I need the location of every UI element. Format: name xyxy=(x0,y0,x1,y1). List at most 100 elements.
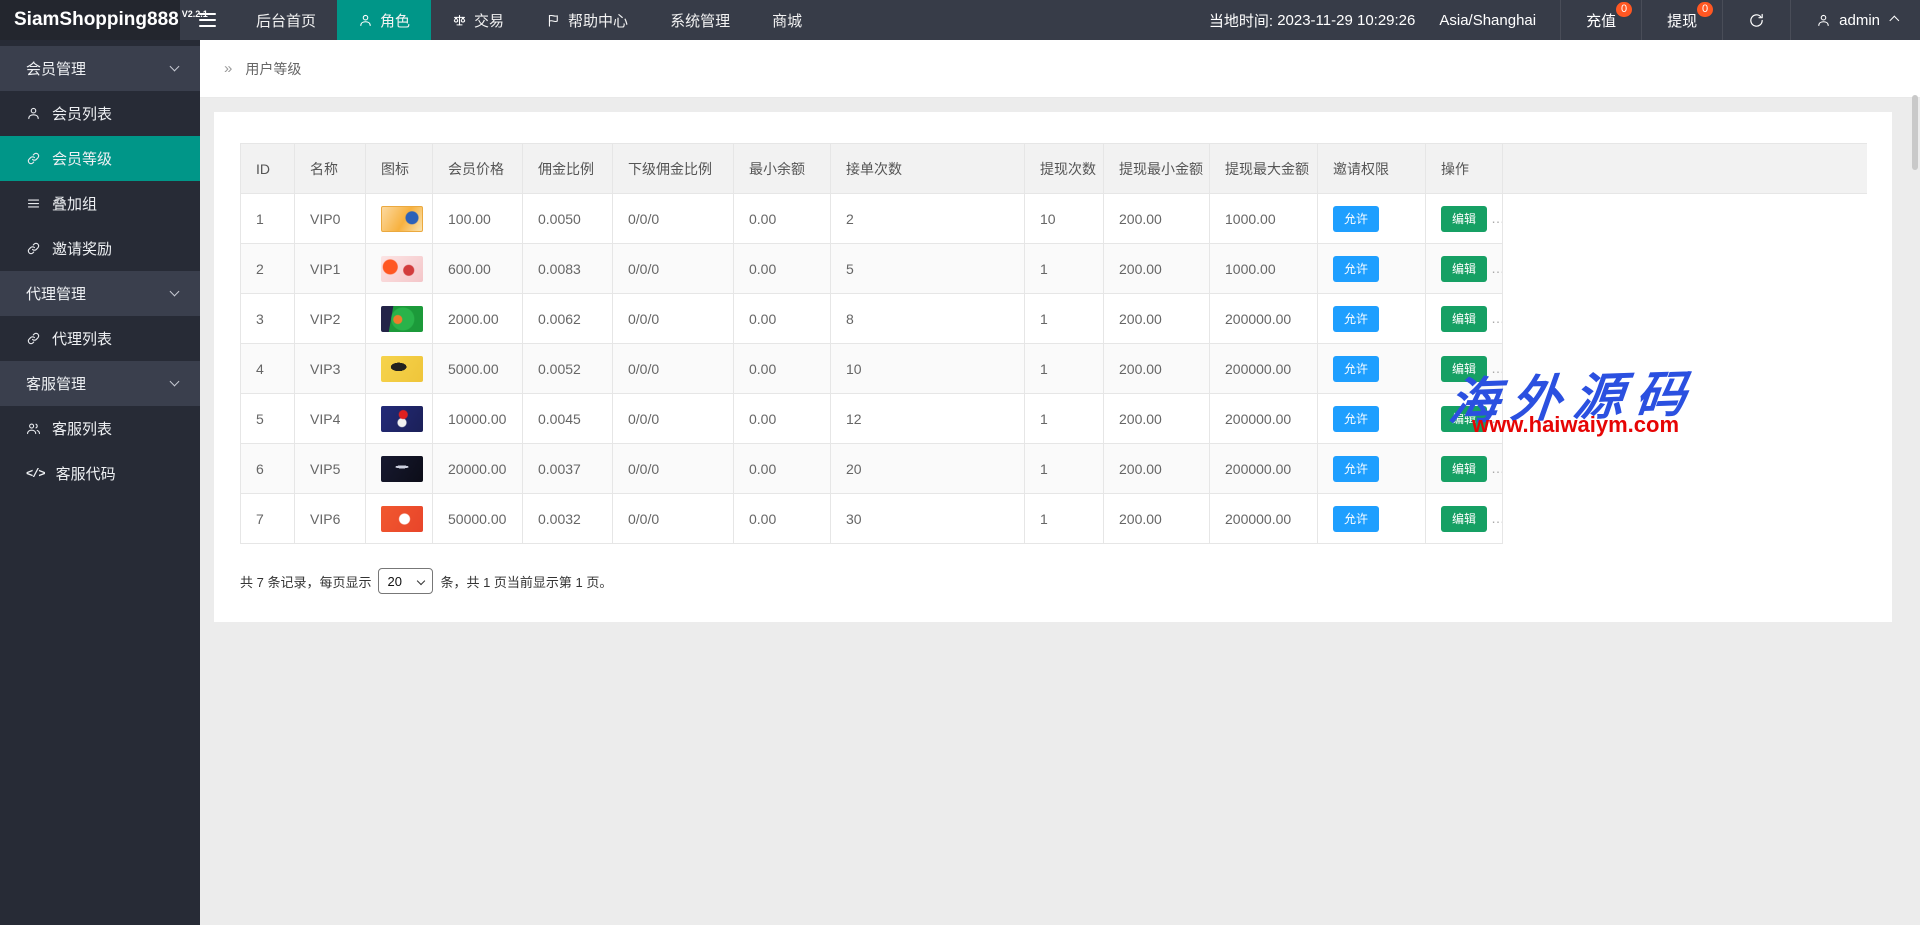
cell-edit: 编辑… xyxy=(1426,444,1503,494)
recharge-button[interactable]: 充值 0 xyxy=(1560,0,1641,40)
sidebar-item-invite-reward[interactable]: 邀请奖励 xyxy=(0,226,200,271)
withdraw-badge: 0 xyxy=(1697,2,1713,17)
allow-button[interactable]: 允许 xyxy=(1333,506,1379,532)
cell-sub_commission: 0/0/0 xyxy=(613,294,734,344)
cell-edit: 编辑… xyxy=(1426,344,1503,394)
cell-icon xyxy=(366,344,433,394)
more-actions-indicator: … xyxy=(1491,310,1502,326)
code-icon: </> xyxy=(26,467,45,481)
chevron-up-icon xyxy=(1889,15,1899,25)
cell-invite: 允许 xyxy=(1318,294,1426,344)
edit-button[interactable]: 编辑 xyxy=(1441,256,1487,282)
cell-withdraw_min: 200.00 xyxy=(1104,494,1210,544)
nav-help[interactable]: 帮助中心 xyxy=(525,0,649,40)
cell-edit: 编辑… xyxy=(1426,294,1503,344)
cell-id: 3 xyxy=(241,294,295,344)
sidebar-item-stack-group[interactable]: 叠加组 xyxy=(0,181,200,226)
brand-version: V2.2.1 xyxy=(182,9,208,19)
pagination-prefix: 共 7 条记录，每页显示 xyxy=(240,572,371,591)
user-icon xyxy=(26,106,41,121)
cell-withdraw_min: 200.00 xyxy=(1104,444,1210,494)
sidebar-item-service-list[interactable]: 客服列表 xyxy=(0,406,200,451)
cell-withdraw_times: 1 xyxy=(1025,244,1104,294)
allow-button[interactable]: 允许 xyxy=(1333,406,1379,432)
sidebar-item-member-level[interactable]: 会员等级 xyxy=(0,136,200,181)
allow-button[interactable]: 允许 xyxy=(1333,206,1379,232)
edit-button[interactable]: 编辑 xyxy=(1441,306,1487,332)
cell-filler xyxy=(1503,244,1867,294)
cell-edit: 编辑… xyxy=(1426,394,1503,444)
table-row: 2VIP1600.000.00830/0/00.0051200.001000.0… xyxy=(241,244,1867,294)
edit-button[interactable]: 编辑 xyxy=(1441,506,1487,532)
vip4-lazada-cart-icon xyxy=(381,406,423,432)
cell-withdraw_min: 200.00 xyxy=(1104,194,1210,244)
sidebar-item-member-list[interactable]: 会员列表 xyxy=(0,91,200,136)
cell-invite: 允许 xyxy=(1318,444,1426,494)
main-menu: 后台首页角色交易帮助中心系统管理商城 xyxy=(235,0,823,40)
sidebar-group-service[interactable]: 客服管理 xyxy=(0,361,200,406)
cell-min_balance: 0.00 xyxy=(734,194,831,244)
local-time: 当地时间: 2023-11-29 10:29:26 xyxy=(1197,0,1428,40)
page-size-select[interactable]: 20 xyxy=(378,568,433,594)
nav-roles[interactable]: 角色 xyxy=(337,0,431,40)
allow-button[interactable]: 允许 xyxy=(1333,356,1379,382)
breadcrumb-marker-icon: » xyxy=(224,60,232,77)
cell-orders: 2 xyxy=(831,194,1025,244)
more-actions-indicator: … xyxy=(1491,510,1502,526)
edit-button[interactable]: 编辑 xyxy=(1441,356,1487,382)
allow-button[interactable]: 允许 xyxy=(1333,456,1379,482)
refresh-button[interactable] xyxy=(1722,0,1790,40)
nav-trade[interactable]: 交易 xyxy=(431,0,525,40)
edit-button[interactable]: 编辑 xyxy=(1441,206,1487,232)
user-levels-table: ID名称图标会员价格佣金比例下级佣金比例最小余额接单次数提现次数提现最小金额提现… xyxy=(240,143,1867,544)
cell-withdraw_times: 1 xyxy=(1025,494,1104,544)
cell-invite: 允许 xyxy=(1318,194,1426,244)
cell-name: VIP6 xyxy=(295,494,366,544)
cell-withdraw_times: 1 xyxy=(1025,444,1104,494)
edit-button[interactable]: 编辑 xyxy=(1441,406,1487,432)
allow-button[interactable]: 允许 xyxy=(1333,306,1379,332)
cell-orders: 20 xyxy=(831,444,1025,494)
cell-orders: 30 xyxy=(831,494,1025,544)
cell-edit: 编辑… xyxy=(1426,244,1503,294)
table-header-row: ID名称图标会员价格佣金比例下级佣金比例最小余额接单次数提现次数提现最小金额提现… xyxy=(241,144,1867,194)
vip0-storefront-icon xyxy=(381,206,423,232)
cell-withdraw_times: 1 xyxy=(1025,344,1104,394)
cell-orders: 12 xyxy=(831,394,1025,444)
chevron-down-icon xyxy=(170,62,180,72)
admin-user-menu[interactable]: admin xyxy=(1790,0,1920,40)
top-navbar: SiamShopping888 V2.2.1 后台首页角色交易帮助中心系统管理商… xyxy=(0,0,1920,40)
table-row: 6VIP520000.000.00370/0/00.00201200.00200… xyxy=(241,444,1867,494)
sidebar-group-member[interactable]: 会员管理 xyxy=(0,46,200,91)
column-header-2: 图标 xyxy=(366,144,433,194)
edit-button[interactable]: 编辑 xyxy=(1441,456,1487,482)
sidebar-toggle-button[interactable] xyxy=(180,0,235,40)
navbar-right: 当地时间: 2023-11-29 10:29:26 Asia/Shanghai … xyxy=(1197,0,1920,40)
column-header-11: 邀请权限 xyxy=(1318,144,1426,194)
vip2-green-shop-icon xyxy=(381,306,423,332)
sidebar-item-agent-list-label: 代理列表 xyxy=(52,328,112,349)
pagination-suffix: 条，共 1 页当前显示第 1 页。 xyxy=(440,572,612,591)
cell-name: VIP5 xyxy=(295,444,366,494)
sidebar-item-agent-list[interactable]: 代理列表 xyxy=(0,316,200,361)
sidebar-item-invite-reward-label: 邀请奖励 xyxy=(52,238,112,259)
nav-home[interactable]: 后台首页 xyxy=(235,0,337,40)
column-header-5: 下级佣金比例 xyxy=(613,144,734,194)
cell-icon xyxy=(366,494,433,544)
vip1-shopping-bag-icon xyxy=(381,256,423,282)
sidebar-group-agent[interactable]: 代理管理 xyxy=(0,271,200,316)
scrollbar-thumb[interactable] xyxy=(1912,95,1918,170)
cell-price: 2000.00 xyxy=(433,294,523,344)
cell-price: 5000.00 xyxy=(433,344,523,394)
allow-button[interactable]: 允许 xyxy=(1333,256,1379,282)
table-row: 1VIP0100.000.00500/0/00.00210200.001000.… xyxy=(241,194,1867,244)
cell-withdraw_min: 200.00 xyxy=(1104,294,1210,344)
withdraw-button[interactable]: 提现 0 xyxy=(1641,0,1722,40)
nav-system[interactable]: 系统管理 xyxy=(649,0,751,40)
column-header-1: 名称 xyxy=(295,144,366,194)
main-content: » 用户等级 ID名称图标会员价格佣金比例下级佣金比例最小余额接单次数提现次数提… xyxy=(200,40,1920,925)
nav-mall[interactable]: 商城 xyxy=(751,0,823,40)
sidebar-item-service-code[interactable]: </>客服代码 xyxy=(0,451,200,496)
more-actions-indicator: … xyxy=(1491,210,1502,226)
column-header-10: 提现最大金额 xyxy=(1210,144,1318,194)
